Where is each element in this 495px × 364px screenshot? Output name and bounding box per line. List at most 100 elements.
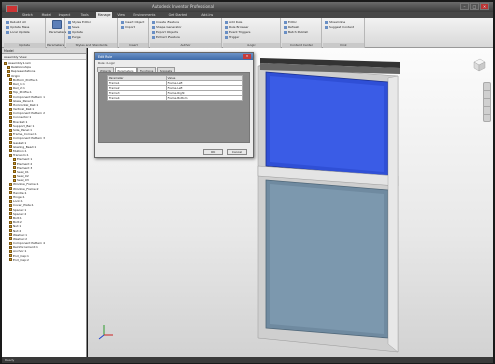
component-icon xyxy=(9,145,12,149)
component-icon xyxy=(9,199,12,203)
component-icon xyxy=(13,178,16,182)
tool-icon xyxy=(284,25,287,29)
tool-icon xyxy=(152,35,155,39)
styles-editor-button[interactable]: Styles Editor xyxy=(68,20,91,24)
look-at-icon[interactable] xyxy=(484,107,490,115)
dialog-title: Edit Rule xyxy=(95,53,253,60)
component-icon xyxy=(9,229,12,232)
event-triggers-button[interactable]: Event Triggers xyxy=(225,30,250,34)
tool-icon xyxy=(6,20,9,24)
export-objects-button[interactable]: Export Objects xyxy=(152,30,178,34)
component-icon xyxy=(9,258,12,262)
component-icon xyxy=(9,111,12,115)
tree-item[interactable]: End_Cap:2 xyxy=(4,258,84,262)
pan-icon[interactable] xyxy=(484,83,490,91)
tool-icon xyxy=(225,35,228,39)
model-tree: Assembly1.iam Relationships Representation… xyxy=(2,60,86,263)
component-icon xyxy=(13,157,16,161)
table-row[interactable]: Frame4 Frame.Bottom xyxy=(107,95,244,101)
cancel-button[interactable]: Cancel xyxy=(227,149,247,155)
purge-button[interactable]: Purge xyxy=(68,35,81,39)
ribbon-group-styles-and-standards: Styles Editor Save Update Purge Styles and S… xyxy=(66,18,118,48)
navigation-bar[interactable] xyxy=(483,82,491,122)
dialog-close-icon[interactable]: ✕ xyxy=(243,54,251,59)
parameters-button[interactable]: Parameters xyxy=(49,20,66,34)
ribbon-group-ilink: Streamline Suggest Content Ilink xyxy=(323,18,365,48)
ribbon-panel: Rebuild All Update Mass Local Update Update… xyxy=(2,18,493,48)
close-button[interactable]: ✕ xyxy=(480,3,489,10)
update-button[interactable]: Update xyxy=(68,30,83,34)
component-icon xyxy=(9,187,12,191)
component-icon xyxy=(9,86,12,90)
component-icon xyxy=(13,174,16,178)
component-icon xyxy=(9,208,12,212)
component-icon xyxy=(9,90,12,94)
add-rule-button[interactable]: Add Rule xyxy=(225,20,242,24)
insert-object-button[interactable]: Insert Object xyxy=(121,20,144,24)
tool-icon xyxy=(6,30,9,34)
table-cell[interactable]: Frame4 xyxy=(107,95,167,101)
tool-icon xyxy=(68,30,71,34)
title-bar: Autodesk Inventor Professional – □ ✕ xyxy=(2,2,493,14)
ribbon-group-author: Create iFeature Shape Generator Export Obj… xyxy=(150,18,222,48)
orbit-icon[interactable] xyxy=(484,99,490,107)
component-icon xyxy=(9,195,12,199)
model-browser: Model Assembly View Assembly1.iam Relatio… xyxy=(2,48,87,357)
batch-publish-button[interactable]: Batch Publish xyxy=(284,30,308,34)
shape-generator-button[interactable]: Shape Generator xyxy=(152,25,182,29)
tool-icon xyxy=(6,25,9,29)
table-cell[interactable]: Frame.Bottom xyxy=(165,95,244,101)
component-icon xyxy=(9,216,12,220)
parameters-table: Parameter Value Frame1 Frame.Left Frame2 Fr… xyxy=(107,75,244,101)
frame-right-edge xyxy=(387,75,399,353)
axis-triad-icon xyxy=(98,325,113,340)
rebuild-all-button[interactable]: Rebuild All xyxy=(6,20,26,24)
ribbon-group-ilogic: Add Rule Rule Browser Event Triggers Trigge… xyxy=(223,18,281,48)
component-icon xyxy=(9,233,12,237)
editor-button[interactable]: Editor xyxy=(284,20,297,24)
component-icon xyxy=(9,82,12,86)
viewcube-icon[interactable] xyxy=(471,58,487,72)
tool-icon xyxy=(68,25,71,29)
glass-panel-bottom-inner xyxy=(270,184,384,334)
edit-rule-dialog: Edit Rule ✕ Rule: iLogic Wizards Paramete… xyxy=(94,52,254,158)
ribbon-group-parameters: Parameters Parameters xyxy=(47,18,66,48)
component-icon xyxy=(9,182,12,186)
ok-button[interactable]: OK xyxy=(203,149,223,155)
rule-browser-button[interactable]: Rule Browser xyxy=(225,25,249,29)
component-icon xyxy=(13,166,16,170)
zoom-icon[interactable] xyxy=(484,91,490,99)
save-button[interactable]: Save xyxy=(68,25,79,29)
streamline-button[interactable]: Streamline xyxy=(325,20,345,24)
tool-icon xyxy=(121,20,124,24)
component-icon xyxy=(9,224,12,228)
update-mass-button[interactable]: Update Mass xyxy=(6,25,29,29)
component-icon xyxy=(9,203,12,207)
dialog-subtitle: Rule: iLogic xyxy=(98,61,116,65)
component-icon xyxy=(9,115,12,119)
minimize-button[interactable]: – xyxy=(460,3,469,10)
component-icon xyxy=(9,128,12,132)
suggest-content-button[interactable]: Suggest Content xyxy=(325,25,354,29)
component-icon xyxy=(9,99,12,103)
component-icon xyxy=(9,78,12,82)
component-icon xyxy=(9,220,12,224)
component-icon xyxy=(13,170,16,174)
maximize-button[interactable]: □ xyxy=(470,3,479,10)
create-ifeature-button[interactable]: Create iFeature xyxy=(152,20,179,24)
component-icon xyxy=(7,65,10,69)
component-icon xyxy=(9,120,12,124)
ribbon-group-content-center: Editor Refresh Batch Publish Content Center xyxy=(282,18,322,48)
import-button[interactable]: Import xyxy=(121,25,135,29)
tool-icon xyxy=(152,25,155,29)
component-icon xyxy=(13,162,16,165)
refresh-button[interactable]: Refresh xyxy=(284,25,299,29)
component-icon xyxy=(9,103,12,107)
trigger-button[interactable]: Trigger xyxy=(225,35,239,39)
parameters-icon xyxy=(52,20,62,29)
ribbon-group-insert: Insert Object Import Insert xyxy=(119,18,149,48)
extract-ifeature-button[interactable]: Extract iFeature xyxy=(152,35,180,39)
local-update-button[interactable]: Local Update xyxy=(6,30,30,34)
browser-view-dropdown[interactable]: Assembly View xyxy=(4,55,27,59)
status-bar: Ready xyxy=(2,357,493,363)
